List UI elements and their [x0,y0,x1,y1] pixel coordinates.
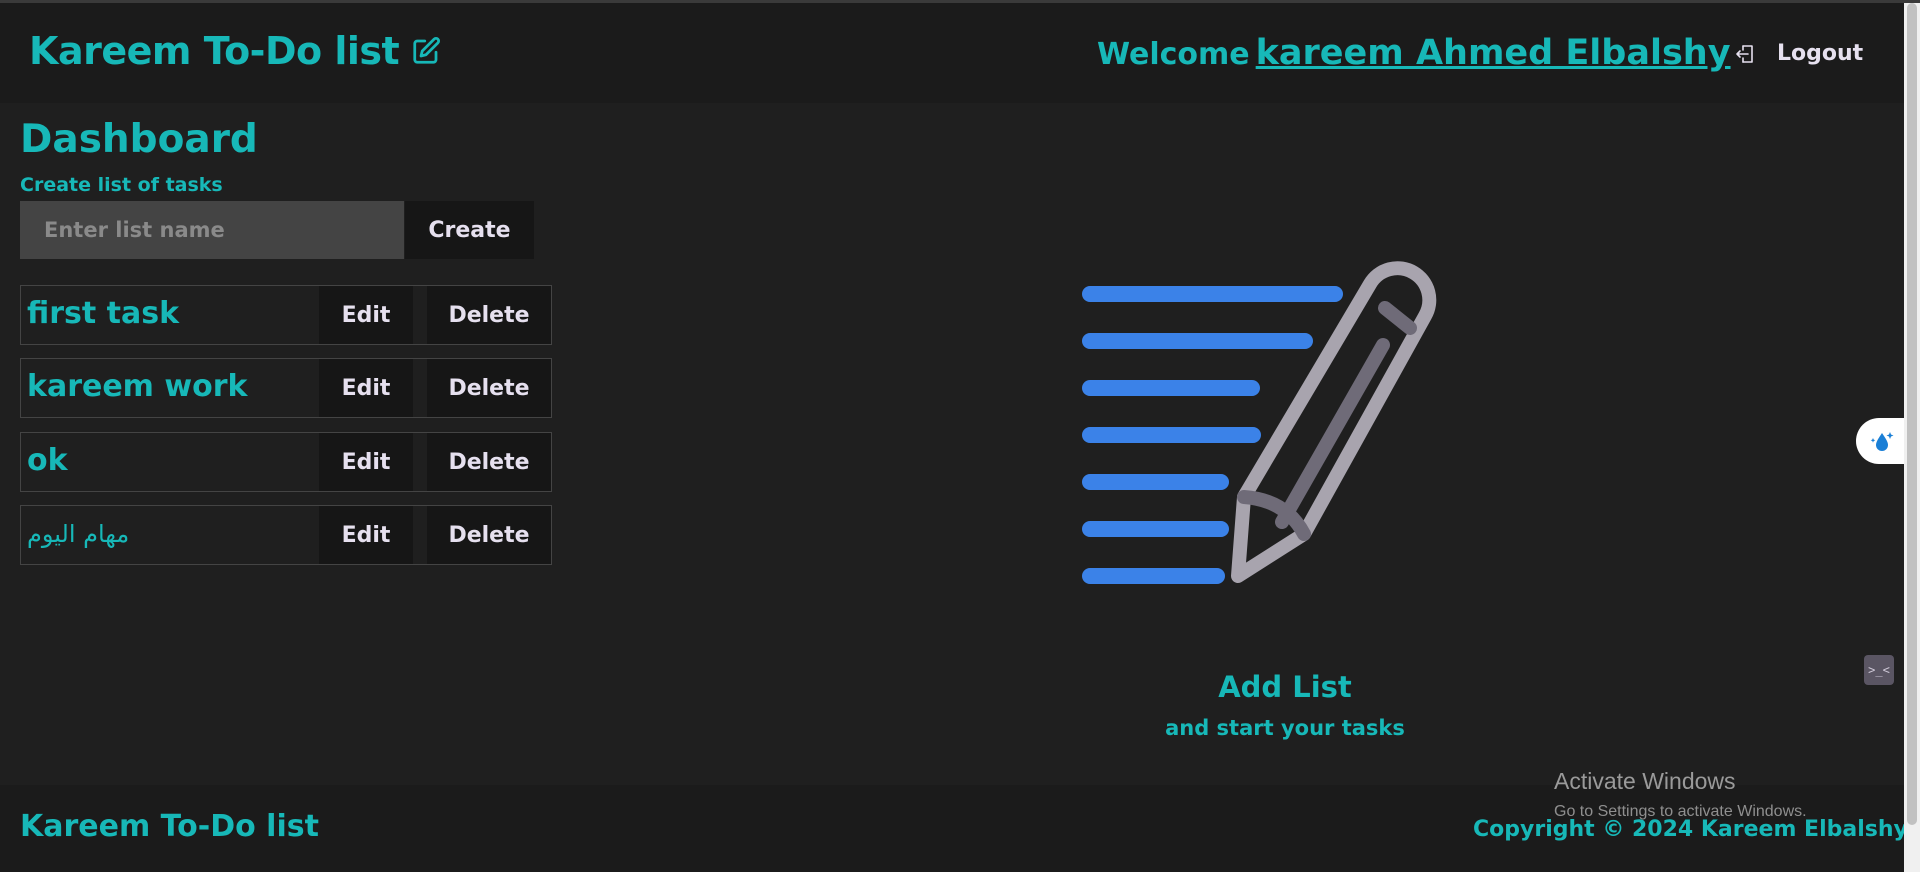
notes-pencil-icon [1082,261,1437,584]
activate-windows-subtitle: Go to Settings to activate Windows. [1554,803,1807,820]
list-item[interactable]: kareem work Edit Delete [20,358,552,418]
list-name-input[interactable] [20,201,404,259]
list-item[interactable]: ok Edit Delete [20,432,552,492]
footer: Kareem To-Do list Copyright © 2024 Karee… [0,785,1908,872]
edit-button[interactable]: Edit [319,433,413,491]
create-button[interactable]: Create [405,201,534,259]
add-list-subtitle: and start your tasks [1165,716,1405,740]
edit-button[interactable]: Edit [319,359,413,417]
list-item-name[interactable]: مهام اليوم [27,520,129,548]
create-list-label: Create list of tasks [20,174,223,196]
floating-assistant-button[interactable] [1856,418,1908,464]
delete-button[interactable]: Delete [427,286,551,344]
logout-button[interactable]: Logout [1733,41,1863,66]
page-title: Dashboard [20,117,258,162]
terminal-icon[interactable]: >_< [1864,655,1894,685]
list-item-name[interactable]: ok [27,443,68,478]
brand-link[interactable]: Kareem To-Do list [29,29,441,73]
welcome-text: Welcome [1097,37,1250,72]
delete-button[interactable]: Delete [427,433,551,491]
list-item-name[interactable]: kareem work [27,369,247,404]
list-item[interactable]: first task Edit Delete [20,285,552,345]
user-name-link[interactable]: kareem Ahmed Elbalshy [1256,33,1731,73]
water-drop-sparkle-icon [1870,432,1894,451]
scrollbar-thumb[interactable] [1907,3,1917,825]
delete-button[interactable]: Delete [427,359,551,417]
delete-button[interactable]: Delete [427,506,551,564]
welcome-message: Welcome kareem Ahmed Elbalshy [1097,33,1731,73]
edit-button[interactable]: Edit [319,286,413,344]
edit-note-icon [413,36,441,64]
activate-windows-title: Activate Windows [1554,768,1736,794]
add-list-title: Add List [1218,670,1352,704]
footer-brand[interactable]: Kareem To-Do list [20,809,319,844]
logout-label: Logout [1777,41,1864,66]
edit-button[interactable]: Edit [319,506,413,564]
top-navbar: Kareem To-Do list Welcome kareem Ahmed El… [0,3,1904,103]
logout-icon [1736,44,1753,63]
list-item[interactable]: مهام اليوم Edit Delete [20,505,552,565]
list-item-name[interactable]: first task [27,296,179,331]
brand-title: Kareem To-Do list [29,29,400,73]
